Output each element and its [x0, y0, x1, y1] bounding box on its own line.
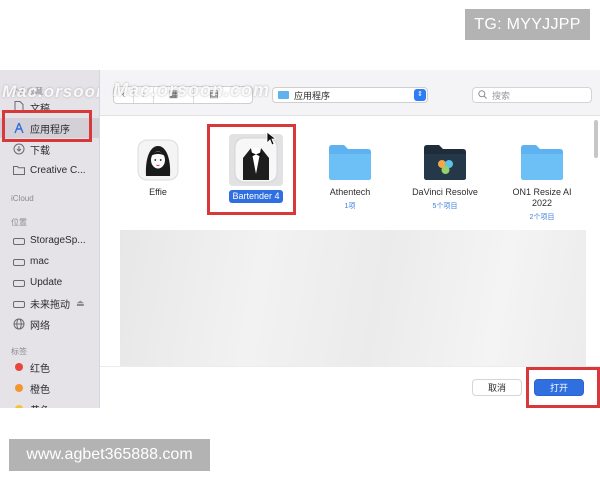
file-item-athentech[interactable]: Athentech 1项: [305, 142, 395, 211]
sidebar-item-label: 未来拖动: [30, 299, 70, 311]
sidebar-item-label: mac: [30, 255, 49, 267]
tag-dot-icon: [13, 403, 25, 408]
blurred-region: [120, 230, 586, 370]
highlight-bartender: [207, 124, 296, 215]
tags-header: 标签: [11, 347, 27, 356]
file-item-count: 5个项目: [432, 203, 458, 210]
davinci-folder-icon: [424, 145, 466, 180]
file-name: DaVinci Resolve: [412, 187, 478, 197]
highlight-applications: [2, 110, 92, 142]
sidebar-item-label: 红色: [30, 363, 50, 375]
sidebar-tag-orange[interactable]: 橙色: [0, 378, 99, 398]
vertical-scrollbar[interactable]: [594, 120, 598, 158]
eject-icon[interactable]: ⏏: [76, 298, 85, 309]
sidebar-item-label: 黄色: [30, 402, 50, 409]
highlight-open-button: [526, 367, 600, 408]
drive-icon: [13, 234, 25, 246]
sidebar-item-creative-cloud[interactable]: Creative C...: [0, 160, 99, 180]
sidebar-item-network[interactable]: 网络: [0, 314, 99, 334]
location-popup[interactable]: 应用程序 ⇕: [272, 87, 428, 103]
sidebar-item-label: 下载: [30, 145, 50, 157]
file-name: Athentech: [329, 187, 371, 197]
sidebar-item-update[interactable]: Update: [0, 272, 99, 292]
search-icon: [478, 89, 487, 101]
cancel-button[interactable]: 取消: [472, 379, 522, 396]
file-browser: Effie Bartender 4 Athentech 1项 DaVinci R…: [100, 116, 600, 370]
sidebar-item-downloads[interactable]: 下载: [0, 139, 99, 159]
file-name: ON1 Resize AI 2022: [512, 187, 572, 208]
popup-arrows-icon: ⇕: [414, 89, 426, 101]
sidebar-item-label: Update: [30, 276, 63, 288]
locations-header: 位置: [11, 218, 27, 227]
sidebar-item-label: Creative C...: [30, 164, 86, 176]
drive-icon: [13, 297, 25, 309]
search-placeholder: 搜索: [492, 90, 511, 101]
sidebar-item-mac[interactable]: mac: [0, 251, 99, 271]
folder-icon: [521, 145, 563, 180]
file-item-effie[interactable]: Effie: [113, 138, 203, 200]
sidebar-tag-red[interactable]: 红色: [0, 357, 99, 377]
file-item-on1-resize[interactable]: ON1 Resize AI 2022 2个项目: [497, 142, 587, 222]
toolbar: ‹ › ▦ ▤ Mac.orsoon.com 应用程序 ⇕ 搜索: [100, 70, 600, 116]
sidebar-item-weilai[interactable]: 未来拖动 ⏏: [0, 293, 99, 313]
sidebar-item-label: 橙色: [30, 384, 50, 396]
drive-icon: [13, 255, 25, 267]
search-input[interactable]: 搜索: [472, 87, 592, 103]
sidebar-item-storagesp[interactable]: StorageSp...: [0, 230, 99, 250]
sidebar-tag-yellow[interactable]: 黄色: [0, 399, 99, 409]
open-file-dialog: 个人收藏 Mac.orsoon.com 文稿 应用程序 下载 Creative …: [0, 70, 600, 408]
tag-dot-icon: [13, 382, 25, 394]
drive-icon: [13, 276, 25, 288]
watermark-logo: Mac.orsoon.com: [113, 80, 271, 100]
download-icon: [13, 143, 25, 155]
folder-icon: [278, 91, 289, 99]
file-name: Effie: [149, 187, 167, 197]
location-label: 应用程序: [294, 90, 331, 101]
effie-app-icon: [137, 139, 179, 181]
file-item-davinci[interactable]: DaVinci Resolve 5个项目: [400, 142, 490, 211]
network-icon: [13, 318, 25, 330]
mouse-cursor-icon: [266, 131, 276, 146]
folder-icon: [13, 164, 25, 176]
tg-badge: TG: MYYJJPP: [465, 9, 590, 40]
sidebar-item-label: 网络: [30, 320, 50, 332]
icloud-header: iCloud: [11, 194, 34, 203]
file-item-count: 1项: [344, 203, 356, 210]
footer-url-banner: www.agbet365888.com: [9, 439, 210, 471]
tag-dot-icon: [13, 361, 25, 373]
folder-icon: [329, 145, 371, 180]
sidebar-item-label: StorageSp...: [30, 234, 86, 246]
file-item-count: 2个项目: [529, 214, 555, 221]
dialog-button-bar: 取消 打开: [100, 366, 600, 408]
